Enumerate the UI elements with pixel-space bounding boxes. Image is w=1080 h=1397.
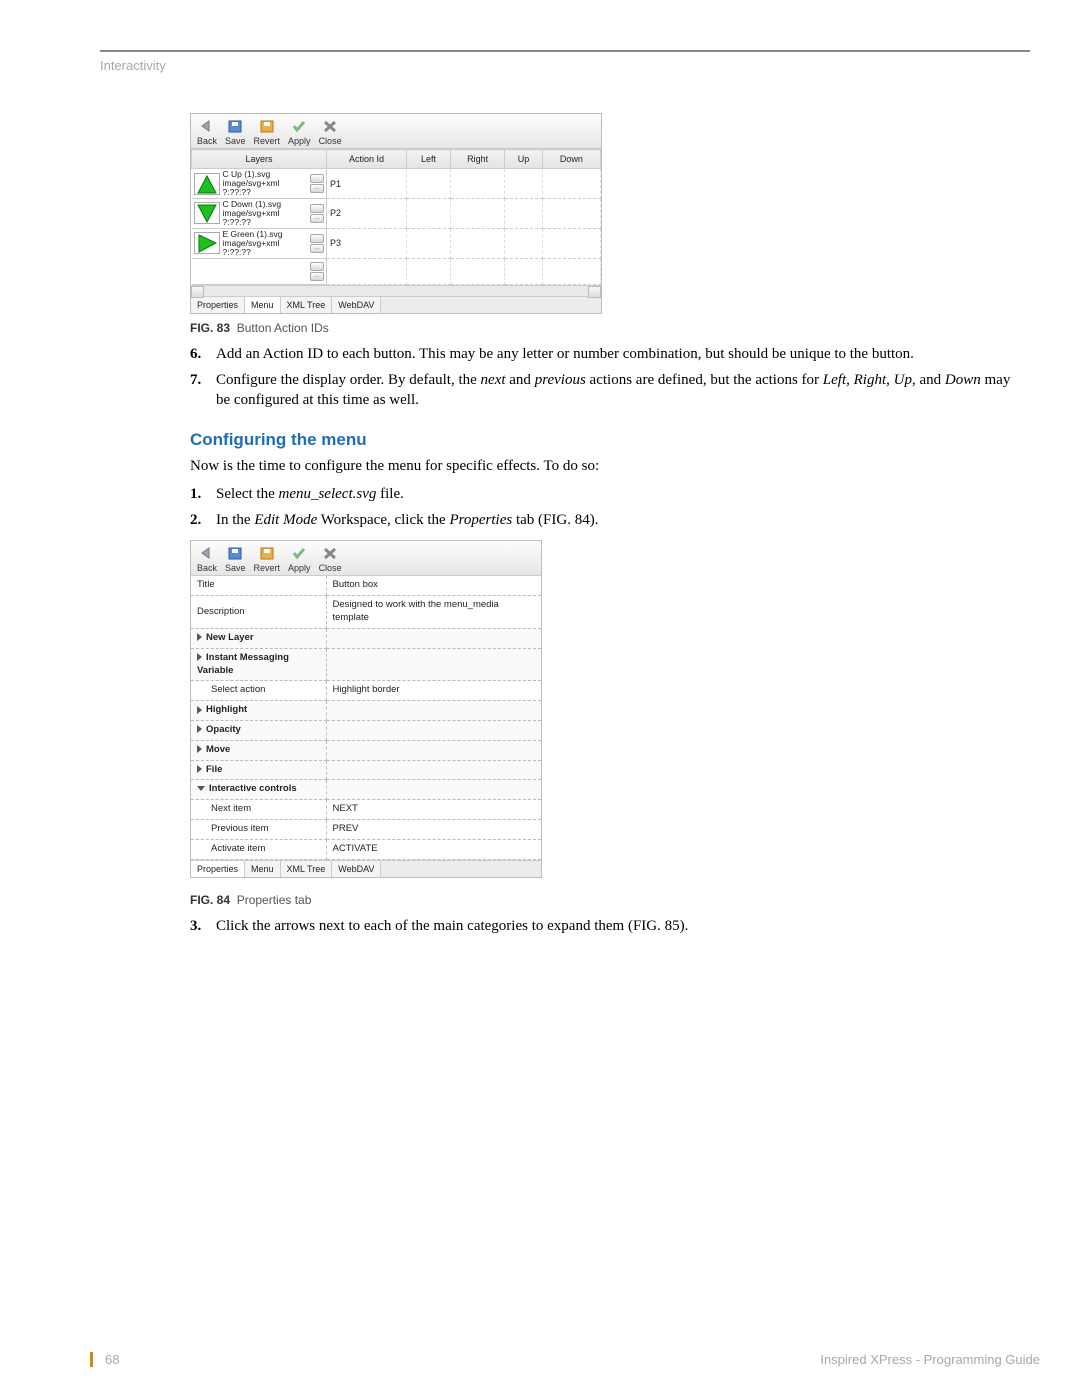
- property-row[interactable]: Activate itemACTIVATE: [191, 839, 541, 859]
- back-button[interactable]: Back: [197, 545, 217, 574]
- property-row[interactable]: New Layer: [191, 628, 541, 648]
- close-button[interactable]: Close: [319, 545, 342, 574]
- tab-properties[interactable]: Properties: [191, 861, 245, 877]
- check-icon: [290, 545, 308, 561]
- fig84-caption: FIG. 84 Properties tab: [190, 892, 1020, 908]
- tab-properties[interactable]: Properties: [191, 297, 245, 313]
- save-icon: [226, 545, 244, 561]
- fig83-panel: Back Save Revert: [190, 113, 602, 314]
- action-id-cell[interactable]: P1: [327, 169, 407, 199]
- back-arrow-icon: [198, 118, 216, 134]
- layer-row: C Down (1).svgimage/svg+xml?:??:??…P2: [192, 199, 601, 229]
- revert-button[interactable]: Revert: [254, 118, 281, 147]
- horizontal-scrollbar[interactable]: [191, 285, 601, 296]
- section-header: Interactivity: [100, 58, 1040, 73]
- property-row[interactable]: Move: [191, 740, 541, 760]
- back-button[interactable]: Back: [197, 118, 217, 147]
- property-row[interactable]: Select actionHighlight border: [191, 681, 541, 701]
- action-id-cell[interactable]: P3: [327, 228, 407, 258]
- property-row[interactable]: DescriptionDesigned to work with the men…: [191, 596, 541, 629]
- fig83-grid: Layers Action Id Left Right Up Down C Up…: [191, 149, 601, 284]
- page-footer: 68 Inspired XPress - Programming Guide: [90, 1352, 1040, 1367]
- layer-thumbnail: [194, 232, 220, 254]
- tab-menu[interactable]: Menu: [245, 297, 281, 313]
- instruction-step: 1.Select the menu_select.svg file.: [190, 484, 1020, 504]
- instruction-step: 6.Add an Action ID to each button. This …: [190, 344, 1020, 364]
- revert-icon: [258, 118, 276, 134]
- expand-arrow-icon[interactable]: [197, 653, 202, 661]
- section-heading: Configuring the menu: [190, 429, 1020, 452]
- property-row[interactable]: TitleButton box: [191, 576, 541, 595]
- property-row[interactable]: Opacity: [191, 720, 541, 740]
- fig83-bottom-tabs: Properties Menu XML Tree WebDAV: [191, 296, 601, 313]
- fig84-properties-table: TitleButton boxDescriptionDesigned to wo…: [191, 576, 541, 859]
- fig83-toolbar: Back Save Revert: [191, 114, 601, 149]
- expand-arrow-icon[interactable]: [197, 633, 202, 641]
- instruction-step: 2.In the Edit Mode Workspace, click the …: [190, 510, 1020, 530]
- tab-xmltree[interactable]: XML Tree: [281, 861, 333, 877]
- property-row[interactable]: Next itemNEXT: [191, 800, 541, 820]
- layer-thumbnail: [194, 202, 220, 224]
- check-icon: [290, 118, 308, 134]
- action-id-cell[interactable]: P2: [327, 199, 407, 229]
- instruction-step: 3.Click the arrows next to each of the m…: [190, 916, 1020, 936]
- tab-webdav[interactable]: WebDAV: [332, 861, 381, 877]
- save-button[interactable]: Save: [225, 118, 246, 147]
- property-row[interactable]: Highlight: [191, 701, 541, 721]
- fig84-bottom-tabs: Properties Menu XML Tree WebDAV: [191, 860, 541, 877]
- section-intro: Now is the time to configure the menu fo…: [190, 456, 1020, 476]
- expand-arrow-icon[interactable]: [197, 706, 202, 714]
- close-icon: [321, 118, 339, 134]
- fig84-toolbar: Back Save Revert Apply Close: [191, 541, 541, 576]
- layer-row: E Green (1).svgimage/svg+xml?:??:??…P3: [192, 228, 601, 258]
- instruction-step: 7.Configure the display order. By defaul…: [190, 370, 1020, 411]
- expand-arrow-icon[interactable]: [197, 745, 202, 753]
- footer-title: Inspired XPress - Programming Guide: [820, 1352, 1040, 1367]
- expand-arrow-icon[interactable]: [197, 765, 202, 773]
- save-button[interactable]: Save: [225, 545, 246, 574]
- apply-button[interactable]: Apply: [288, 118, 311, 147]
- property-row[interactable]: Previous itemPREV: [191, 820, 541, 840]
- close-icon: [321, 545, 339, 561]
- revert-button[interactable]: Revert: [254, 545, 281, 574]
- tab-xmltree[interactable]: XML Tree: [281, 297, 333, 313]
- property-row[interactable]: Instant Messaging Variable: [191, 648, 541, 681]
- top-rule: [100, 50, 1030, 52]
- close-button[interactable]: Close: [319, 118, 342, 147]
- back-arrow-icon: [198, 545, 216, 561]
- layer-row: C Up (1).svgimage/svg+xml?:??:??…P1: [192, 169, 601, 199]
- tab-menu[interactable]: Menu: [245, 861, 281, 877]
- revert-icon: [258, 545, 276, 561]
- save-icon: [226, 118, 244, 134]
- collapse-arrow-icon[interactable]: [197, 786, 205, 791]
- property-row[interactable]: Interactive controls: [191, 780, 541, 800]
- expand-arrow-icon[interactable]: [197, 725, 202, 733]
- fig84-panel: Back Save Revert Apply Close: [190, 540, 542, 877]
- tab-webdav[interactable]: WebDAV: [332, 297, 381, 313]
- page-number: 68: [105, 1352, 119, 1367]
- property-row[interactable]: File: [191, 760, 541, 780]
- apply-button[interactable]: Apply: [288, 545, 311, 574]
- layer-thumbnail: [194, 173, 220, 195]
- fig83-caption: FIG. 83 Button Action IDs: [190, 320, 1020, 336]
